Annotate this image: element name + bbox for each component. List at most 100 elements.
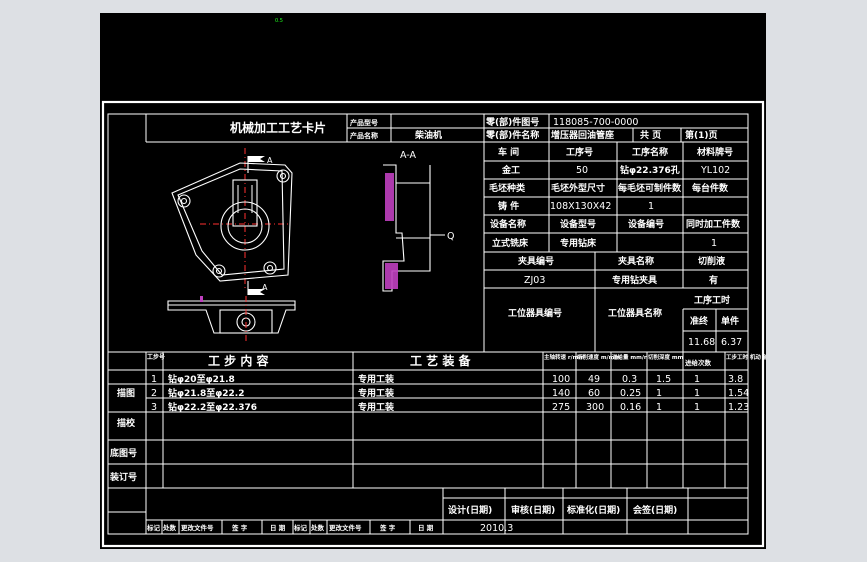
col-time: 工步工时 机动 辅助	[726, 353, 766, 361]
info-r3-c3: 每毛坯可制件数	[618, 182, 682, 194]
info-r2-c1: 金工	[501, 164, 520, 176]
info-r3-c2: 毛坯外型尺寸	[551, 182, 605, 194]
step-3-depth: 1	[656, 402, 662, 413]
info-r5-c2: 设备型号	[560, 218, 596, 230]
step-1-speed: 100	[552, 374, 570, 385]
info-r7-c2: 夹具名称	[618, 255, 654, 267]
info-r5-c4: 同时加工件数	[686, 218, 741, 230]
info-r8-c1: ZJ03	[524, 275, 545, 286]
step-3-feed: 0.16	[620, 402, 641, 413]
rev-sign-1: 签 字	[231, 523, 248, 532]
info-r8-c3: 有	[709, 274, 718, 286]
part-name-value: 增压器回油管座	[551, 129, 614, 141]
process-card-sheet: 0.5 机械加工工艺卡片 产品型号 产品名称 柴油机 零(部)件图号 11808…	[101, 18, 766, 548]
product-model-label: 产品型号	[350, 118, 378, 127]
page-label: 第(1)页	[685, 129, 718, 141]
rev-mark-2: 标记	[293, 523, 308, 532]
op-time-label: 工序工时	[694, 294, 730, 306]
step-row-3: 3 钻φ22.2至φ22.376 专用工装 275 300 0.16 1 1 1…	[151, 401, 749, 413]
section-label: A-A	[400, 150, 417, 161]
info-r1-c4: 材料牌号	[696, 146, 733, 158]
side-label-base-no: 底图号	[110, 447, 137, 459]
product-name-label: 产品名称	[350, 131, 378, 140]
card-title: 机械加工工艺卡片	[230, 120, 326, 135]
rev-date-1: 日 期	[270, 523, 286, 532]
info-r2-c2: 50	[576, 165, 588, 176]
info-r6-c2: 专用钻床	[560, 237, 597, 249]
step-3-no: 3	[151, 402, 157, 413]
unit-label: 单件	[721, 315, 739, 327]
col-feed: 进给量 mm/r	[612, 353, 647, 361]
step-2-speed: 140	[552, 388, 570, 399]
col-step-content: 工 步 内 容	[208, 353, 269, 368]
rev-doc-2: 更改文件号	[329, 523, 362, 532]
station-tool-no-label: 工位器具编号	[508, 307, 562, 319]
station-tool-name-label: 工位器具名称	[608, 307, 662, 319]
info-r1-c3: 工序名称	[632, 146, 668, 158]
quasi-end-label: 准终	[690, 315, 709, 327]
step-3-content: 钻φ22.2至φ22.376	[168, 401, 257, 413]
rev-mark-1: 标记	[146, 523, 161, 532]
step-1-passes: 1	[694, 374, 700, 385]
product-name-value: 柴油机	[414, 129, 442, 141]
step-3-speed: 275	[552, 402, 570, 413]
side-label-trace-check: 描校	[117, 417, 136, 429]
countersign-label: 会签(日期)	[633, 504, 677, 516]
info-r4-c1: 铸 件	[498, 200, 519, 212]
info-r1-c2: 工序号	[566, 146, 593, 158]
step-3-vc: 300	[586, 402, 604, 413]
info-r5-c3: 设备编号	[628, 218, 664, 230]
rev-count-2: 处数	[310, 523, 325, 532]
info-r8-c2: 专用钻夹具	[612, 274, 657, 286]
review-label: 审核(日期)	[511, 504, 555, 516]
footer-block: 设计(日期) 审核(日期) 标准化(日期) 会签(日期) 2010.3 标记 处…	[108, 488, 748, 534]
info-r6-c4: 1	[711, 238, 717, 249]
step-1-equip: 专用工装	[358, 373, 395, 385]
rev-doc-1: 更改文件号	[181, 523, 214, 532]
unit-value: 6.37	[721, 337, 742, 348]
step-2-passes: 1	[694, 388, 700, 399]
part-name-label: 零(部)件名称	[485, 129, 539, 141]
info-r5-c1: 设备名称	[490, 218, 526, 230]
info-r6-c1: 立式铣床	[492, 237, 529, 249]
info-r3-c4: 每台件数	[692, 182, 729, 194]
locator-mark	[200, 296, 203, 302]
step-2-vc: 60	[588, 388, 600, 399]
step-3-time: 1.23	[728, 402, 749, 413]
design-label: 设计(日期)	[448, 504, 492, 516]
viewport-marker: 0.5	[275, 18, 283, 24]
step-1-time: 3.8	[728, 374, 743, 385]
standard-label: 标准化(日期)	[566, 504, 620, 516]
col-step-no: 工步号	[147, 353, 165, 361]
step-row-2: 2 钻φ21.8至φ22.2 专用工装 140 60 0.25 1 1 1.54	[151, 387, 749, 399]
inner-frame	[107, 113, 749, 535]
rev-date-2: 日 期	[418, 523, 434, 532]
col-equipment: 工 艺 装 备	[410, 353, 472, 368]
title-block: 机械加工工艺卡片 产品型号 产品名称 柴油机 零(部)件图号 118085-70…	[145, 114, 748, 143]
rev-sign-2: 签 字	[379, 523, 396, 532]
step-3-passes: 1	[694, 402, 700, 413]
side-label-trace: 描图	[117, 387, 135, 399]
step-2-no: 2	[151, 388, 157, 399]
date-value: 2010.3	[480, 523, 513, 534]
cut-mark-top: A	[267, 156, 273, 165]
part-no-value: 118085-700-0000	[553, 117, 638, 128]
step-3-equip: 专用工装	[358, 401, 395, 413]
surface-label: Q	[447, 231, 454, 242]
quasi-end-value: 11.68	[688, 337, 715, 348]
drawing-viewport[interactable]: 0.5 机械加工工艺卡片 产品型号 产品名称 柴油机 零(部)件图号 11808…	[100, 13, 766, 549]
info-r2-c3: 钻φ22.376孔	[620, 164, 680, 176]
side-label-binding-no: 装订号	[109, 471, 137, 483]
step-2-content: 钻φ21.8至φ22.2	[168, 387, 245, 399]
info-grid: 车 间 工序号 工序名称 材料牌号 金工 50 钻φ22.376孔 YL102 …	[483, 142, 748, 352]
info-r7-c3: 切削液	[698, 255, 726, 267]
step-row-1: 1 钻φ20至φ21.8 专用工装 100 49 0.3 1.5 1 3.8	[151, 373, 743, 385]
rev-count-1: 处数	[162, 523, 177, 532]
step-1-no: 1	[151, 374, 157, 385]
info-r1-c1: 车 间	[498, 146, 519, 158]
info-r2-c4: YL102	[700, 165, 730, 176]
step-1-vc: 49	[588, 374, 600, 385]
total-pages-label: 共 页	[640, 129, 661, 141]
step-1-feed: 0.3	[622, 374, 637, 385]
info-r4-c2: 108X130X42	[550, 201, 611, 212]
